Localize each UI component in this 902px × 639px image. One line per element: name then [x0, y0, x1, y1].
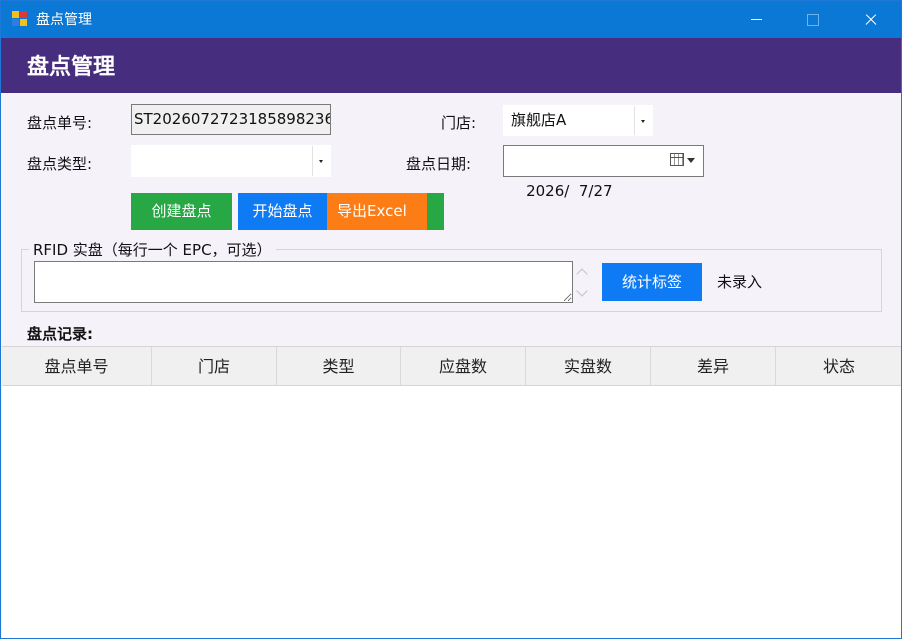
date-value: 2026/ 7/27: [526, 182, 613, 200]
column-header-store[interactable]: 门店: [152, 347, 277, 385]
button-edge: [427, 193, 444, 230]
start-stocktake-button[interactable]: 开始盘点: [238, 193, 327, 230]
type-select[interactable]: [131, 145, 331, 177]
column-header-status[interactable]: 状态: [776, 347, 901, 385]
records-label: 盘点记录:: [27, 325, 93, 343]
export-excel-button[interactable]: 导出Excel: [327, 193, 427, 230]
column-header-order-no[interactable]: 盘点单号: [2, 347, 152, 385]
chevron-down-icon[interactable]: [634, 106, 652, 135]
main-window: 盘点管理 盘点管理 盘点单号: ST2026072723185898236 门店…: [0, 0, 902, 639]
rfid-legend: RFID 实盘（每行一个 EPC，可选）: [29, 240, 276, 260]
scroll-down-icon[interactable]: [576, 285, 588, 297]
close-icon[interactable]: [847, 1, 893, 38]
page-header: 盘点管理: [1, 38, 901, 93]
column-header-type[interactable]: 类型: [277, 347, 401, 385]
column-header-expected[interactable]: 应盘数: [401, 347, 526, 385]
maximize-icon[interactable]: [789, 1, 835, 38]
count-tags-button[interactable]: 统计标签: [602, 263, 702, 301]
records-table[interactable]: 盘点单号 门店 类型 应盘数 实盘数 差异 状态: [2, 346, 901, 638]
create-stocktake-button[interactable]: 创建盘点: [131, 193, 232, 230]
epc-scrollbar[interactable]: [573, 261, 593, 303]
app-icon: [12, 11, 28, 27]
rfid-status-text: 未录入: [717, 273, 763, 291]
title-bar[interactable]: 盘点管理: [1, 1, 901, 38]
date-label: 盘点日期:: [406, 155, 472, 173]
chevron-down-icon[interactable]: [312, 146, 330, 176]
scroll-up-icon[interactable]: [576, 268, 588, 280]
order-no-label: 盘点单号:: [27, 114, 93, 132]
column-header-difference[interactable]: 差异: [651, 347, 776, 385]
page-title: 盘点管理: [27, 55, 116, 80]
calendar-icon[interactable]: [670, 153, 684, 166]
store-select[interactable]: 旗舰店A: [503, 105, 653, 136]
table-header: 盘点单号 门店 类型 应盘数 实盘数 差异 状态: [2, 346, 901, 386]
type-label: 盘点类型:: [27, 155, 93, 173]
date-picker[interactable]: 2026/ 7/27: [503, 145, 704, 200]
store-select-value: 旗舰店A: [511, 111, 567, 129]
order-no-field[interactable]: ST2026072723185898236: [131, 104, 331, 135]
column-header-actual[interactable]: 实盘数: [526, 347, 651, 385]
minimize-icon[interactable]: [733, 1, 779, 38]
epc-input[interactable]: [34, 261, 573, 303]
window-title: 盘点管理: [36, 12, 92, 28]
chevron-down-icon[interactable]: [687, 158, 695, 163]
store-label: 门店:: [441, 114, 477, 132]
